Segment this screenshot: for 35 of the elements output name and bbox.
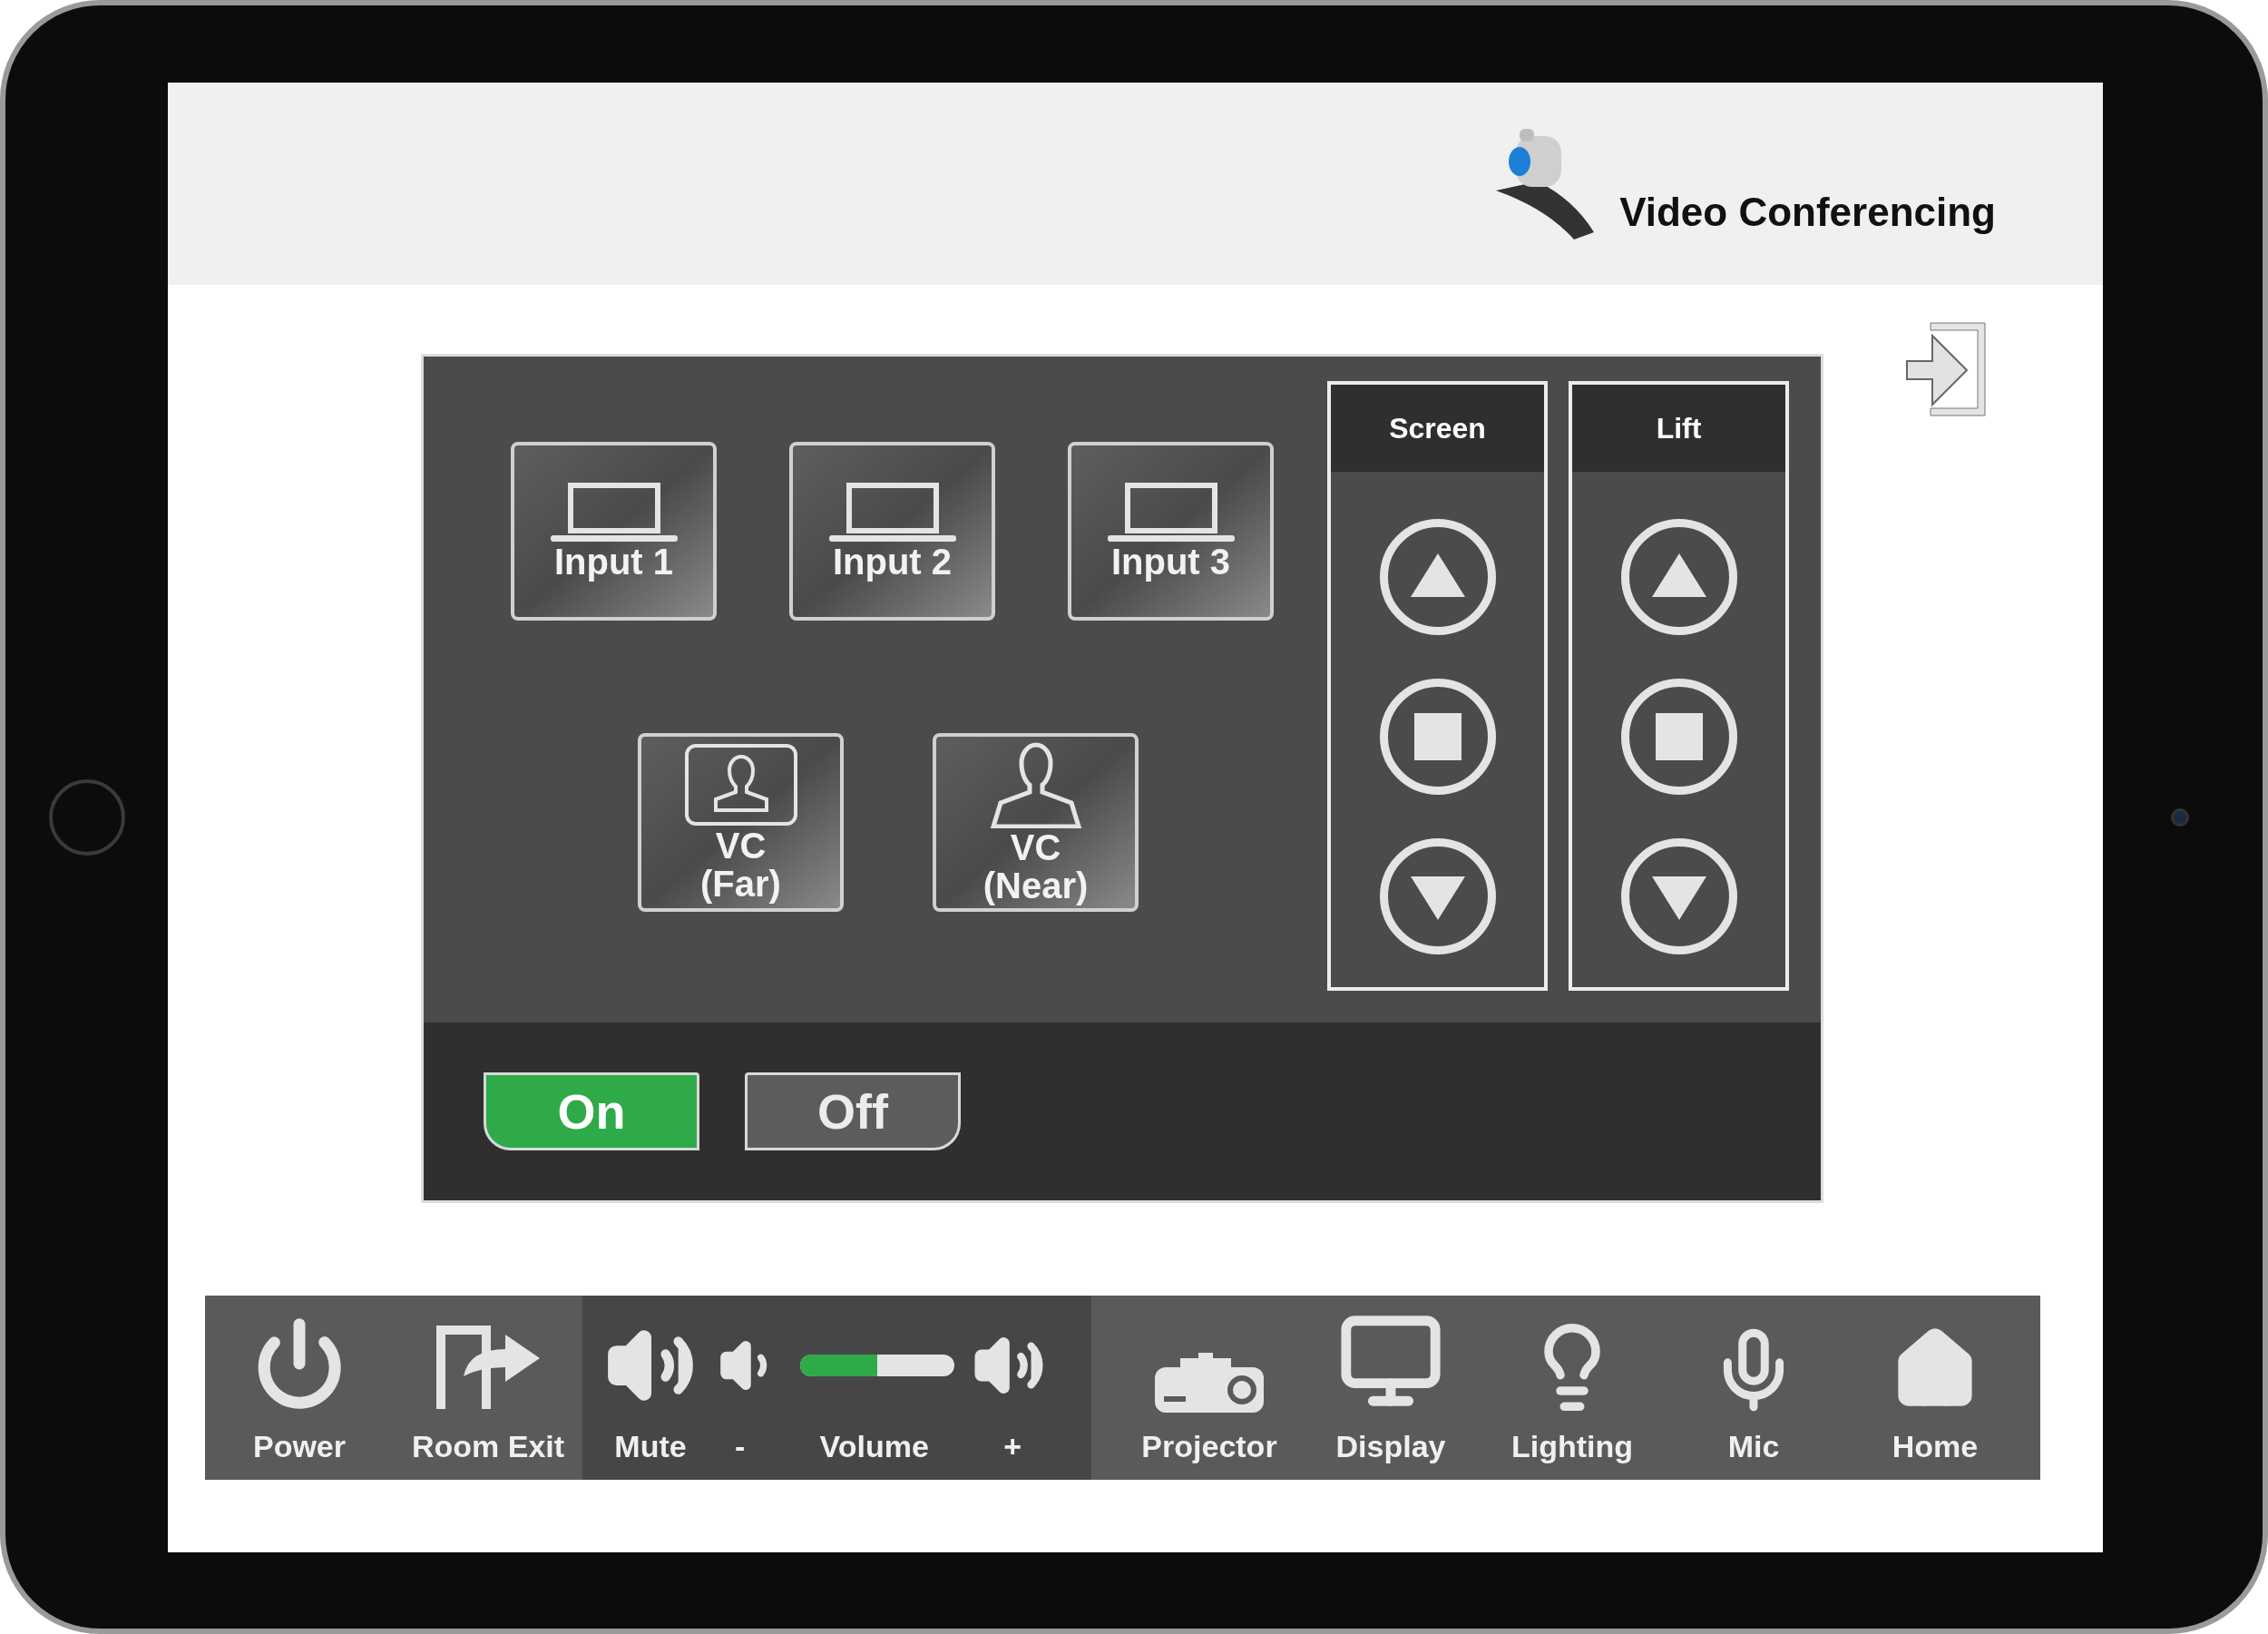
- lighting-nav-button[interactable]: Lighting: [1481, 1296, 1663, 1480]
- volume-slider[interactable]: [800, 1355, 954, 1376]
- power-button[interactable]: Power: [205, 1296, 394, 1480]
- volume-label: Volume: [819, 1431, 929, 1462]
- front-camera-icon: [2171, 808, 2189, 827]
- motor-control-title: Lift: [1572, 385, 1785, 472]
- stop-button[interactable]: [1379, 679, 1496, 795]
- up-button[interactable]: [1620, 519, 1737, 635]
- down-button[interactable]: [1379, 838, 1496, 954]
- page-title: Video Conferencing: [1619, 188, 1996, 236]
- source-button[interactable]: Input 2: [789, 442, 995, 621]
- home-nav-button[interactable]: Home: [1844, 1296, 2026, 1480]
- display-nav-button[interactable]: Display: [1300, 1296, 1481, 1480]
- motor-control-title: Screen: [1331, 385, 1544, 472]
- volume-down-label: -: [735, 1431, 746, 1462]
- stop-button[interactable]: [1620, 679, 1737, 795]
- source-button[interactable]: Input 3: [1068, 442, 1274, 621]
- volume-up-label: +: [1003, 1431, 1022, 1462]
- exit-door-icon[interactable]: [1905, 319, 1989, 419]
- up-button[interactable]: [1379, 519, 1496, 635]
- room-exit-button[interactable]: Room Exit: [394, 1296, 582, 1480]
- mic-nav-button[interactable]: Mic: [1663, 1296, 1844, 1480]
- down-button[interactable]: [1620, 838, 1737, 954]
- laptop-icon: [550, 482, 678, 543]
- laptop-icon: [828, 482, 956, 543]
- source-button[interactable]: Input 1: [511, 442, 717, 621]
- off-button[interactable]: Off: [745, 1072, 961, 1150]
- person-in-frame-icon: [683, 742, 798, 827]
- mute-button[interactable]: Mute: [582, 1320, 719, 1462]
- laptop-icon: [1107, 482, 1235, 543]
- person-icon: [988, 740, 1083, 828]
- source-button[interactable]: VC (Far): [638, 733, 844, 912]
- source-button[interactable]: VC (Near): [933, 733, 1139, 912]
- projector-icon: [1153, 1351, 1266, 1414]
- projector-nav-button[interactable]: Projector: [1119, 1296, 1300, 1480]
